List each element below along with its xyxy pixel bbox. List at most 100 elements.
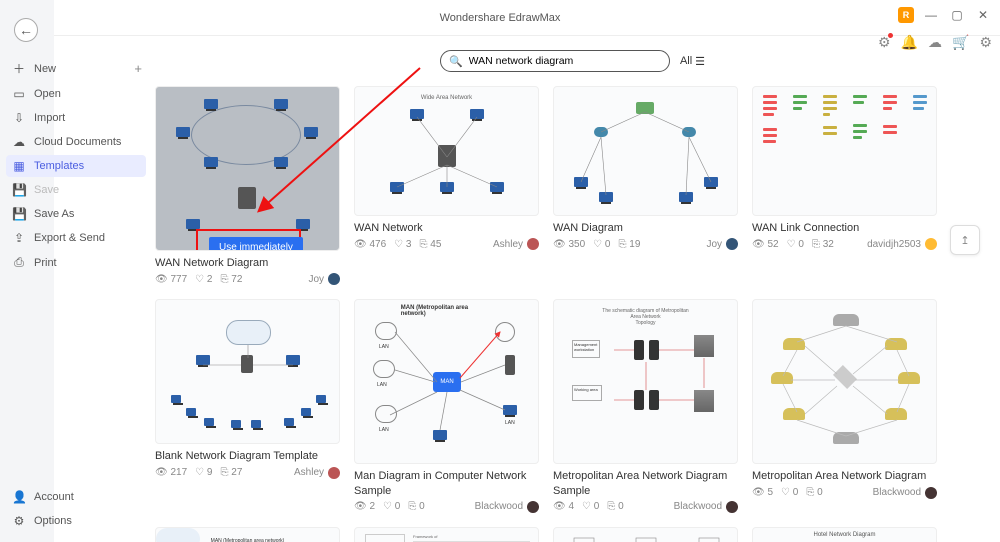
template-card[interactable]: Wide Area Network WAN Network 👁 476 ♡ 3 … xyxy=(354,86,539,285)
sidebar-item-label: Save xyxy=(34,184,59,196)
copies-stat: ⎘ 0 xyxy=(408,501,424,512)
card-meta: 👁 476 ♡ 3 ⎘ 45 Ashley xyxy=(354,238,539,250)
scroll-top-button[interactable]: ↥ xyxy=(950,225,980,255)
card-meta: 👁 4 ♡ 0 ⎘ 0 Blackwood xyxy=(553,501,738,513)
sidebar-item-label: New xyxy=(34,63,56,75)
template-card[interactable]: Hotel Network Diagram xyxy=(752,527,937,542)
cloud-icon[interactable]: ☁ xyxy=(928,34,942,51)
views-stat: 👁 52 xyxy=(752,239,779,250)
thumbnail xyxy=(752,299,937,464)
copies-stat: ⎘ 27 xyxy=(220,467,242,478)
likes-stat: ♡ 0 xyxy=(781,487,798,498)
bell-icon[interactable]: 🔔 xyxy=(901,34,918,51)
author-name: Ashley xyxy=(493,239,523,250)
close-button[interactable]: ✕ xyxy=(974,6,992,24)
card-title: Man Diagram in Computer Network Sample xyxy=(354,469,539,498)
options-icon: ⚙ xyxy=(12,514,26,528)
icon-toolbar: ⚙ 🔔 ☁ 🛒 ⚙ xyxy=(878,34,992,51)
print-icon: ⎙ xyxy=(12,255,26,270)
search-box[interactable]: 🔍 xyxy=(440,50,670,72)
cart-icon[interactable]: 🛒 xyxy=(952,34,969,51)
likes-stat: ♡ 0 xyxy=(582,501,599,512)
export-icon: ⇪ xyxy=(12,231,26,245)
template-card[interactable]: MAN (Metropolitan area network) MAN LAN … xyxy=(354,299,539,513)
sidebar-item-label: Options xyxy=(34,515,72,527)
sidebar-item-import[interactable]: ⇩ Import xyxy=(6,107,146,129)
network-diagram-preview xyxy=(554,87,737,215)
plus-icon[interactable]: + xyxy=(134,61,142,76)
cloud-icon: ☁ xyxy=(12,135,26,149)
sidebar-item-label: Save As xyxy=(34,208,74,220)
template-card[interactable]: The schematic diagram of Metropolitan Ar… xyxy=(553,299,738,513)
hamburger-icon: ☰ xyxy=(695,55,705,68)
author-name: Joy xyxy=(706,239,722,250)
likes-stat: ♡ 9 xyxy=(195,467,212,478)
sidebar-item-options[interactable]: ⚙ Options xyxy=(6,510,146,532)
copies-stat: ⎘ 0 xyxy=(806,487,822,498)
network-diagram-preview: Wide Area Network xyxy=(355,87,538,215)
thumbnail: Wide Area Network xyxy=(354,86,539,216)
copies-stat: ⎘ 0 xyxy=(607,501,623,512)
thumbnail xyxy=(752,86,937,216)
template-card[interactable]: Blank Network Diagram Template 👁 217 ♡ 9… xyxy=(155,299,340,513)
card-title: WAN Link Connection xyxy=(752,221,937,235)
sidebar-item-open[interactable]: ▭ Open xyxy=(6,83,146,105)
card-title: Metropolitan Area Network Diagram Sample xyxy=(553,469,738,498)
gift-icon[interactable]: ⚙ xyxy=(878,34,891,51)
thumbnail xyxy=(553,527,738,542)
thumbnail: The schematic diagram of Metropolitan Ar… xyxy=(553,299,738,464)
thumbnail: Use immediately xyxy=(155,86,340,251)
author-name: Ashley xyxy=(294,467,324,478)
avatar xyxy=(726,238,738,250)
network-diagram-preview xyxy=(156,300,339,443)
template-grid: Use immediately WAN Network Diagram 👁 77… xyxy=(155,86,990,542)
sidebar-item-cloud[interactable]: ☁ Cloud Documents xyxy=(6,131,146,153)
sidebar-item-label: Open xyxy=(34,88,61,100)
network-diagram-preview xyxy=(156,87,339,250)
minimize-button[interactable]: — xyxy=(922,6,940,24)
user-badge[interactable]: R xyxy=(898,7,914,23)
sidebar-item-account[interactable]: 👤 Account xyxy=(6,486,146,508)
author-name: Joy xyxy=(308,274,324,285)
copies-stat: ⎘ 45 xyxy=(419,239,441,250)
saveas-icon: 💾 xyxy=(12,207,26,221)
template-card[interactable]: Metropolitan Area Network Diagram 👁 5 ♡ … xyxy=(752,299,937,513)
settings-icon[interactable]: ⚙ xyxy=(979,34,992,51)
import-icon: ⇩ xyxy=(12,111,26,125)
card-meta: 👁 777 ♡ 2 ⎘ 72 Joy xyxy=(155,273,340,285)
sidebar-item-new[interactable]: ＋ New + xyxy=(6,56,146,81)
sidebar-item-templates[interactable]: ▦ Templates xyxy=(6,155,146,177)
save-icon: 💾 xyxy=(12,183,26,197)
template-card[interactable]: WAN Diagram 👁 350 ♡ 0 ⎘ 19 Joy xyxy=(553,86,738,285)
template-card[interactable]: Framework of xyxy=(354,527,539,542)
author-name: Blackwood xyxy=(674,501,722,512)
titlebar: Wondershare EdrawMax R — ▢ ✕ xyxy=(0,0,1000,36)
filter-all[interactable]: All ☰ xyxy=(680,55,705,68)
sidebar-item-export[interactable]: ⇪ Export & Send xyxy=(6,227,146,249)
likes-stat: ♡ 3 xyxy=(394,239,411,250)
app-title: Wondershare EdrawMax xyxy=(440,12,561,24)
template-card[interactable] xyxy=(553,527,738,542)
author-name: Blackwood xyxy=(873,487,921,498)
template-card[interactable]: MAN (Metropolitan area network) xyxy=(155,527,340,542)
sidebar-item-saveas[interactable]: 💾 Save As xyxy=(6,203,146,225)
thumbnail: MAN (Metropolitan area network) xyxy=(155,527,340,542)
card-meta: 👁 217 ♡ 9 ⎘ 27 Ashley xyxy=(155,467,340,479)
thumbnail: Framework of xyxy=(354,527,539,542)
card-title: Blank Network Diagram Template xyxy=(155,449,340,463)
sidebar-item-label: Import xyxy=(34,112,65,124)
template-card[interactable]: Use immediately WAN Network Diagram 👁 77… xyxy=(155,86,340,285)
views-stat: 👁 4 xyxy=(553,501,574,512)
maximize-button[interactable]: ▢ xyxy=(948,6,966,24)
views-stat: 👁 2 xyxy=(354,501,375,512)
copies-stat: ⎘ 72 xyxy=(220,274,242,285)
network-diagram-preview: MAN (Metropolitan area network) MAN LAN … xyxy=(355,300,538,463)
views-stat: 👁 5 xyxy=(752,487,773,498)
sidebar-item-label: Account xyxy=(34,491,74,503)
use-immediately-button[interactable]: Use immediately xyxy=(209,237,303,251)
sidebar-item-print[interactable]: ⎙ Print xyxy=(6,251,146,274)
back-button[interactable]: ← xyxy=(14,18,38,42)
views-stat: 👁 476 xyxy=(354,239,386,250)
search-input[interactable] xyxy=(469,55,661,67)
template-card[interactable]: WAN Link Connection 👁 52 ♡ 0 ⎘ 32 davidj… xyxy=(752,86,937,285)
